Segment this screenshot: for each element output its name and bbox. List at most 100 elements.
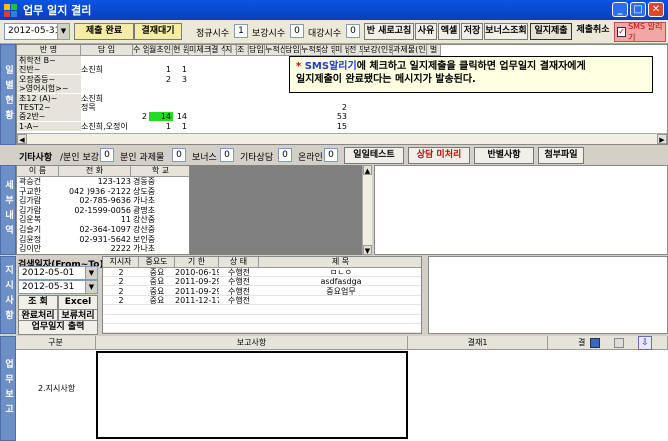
copy-icon[interactable] — [614, 338, 624, 348]
class-name-cell[interactable]: 취학전 B~ — [17, 56, 81, 65]
sms-notify-checkbox[interactable]: ✓ SMS 알리기 — [614, 22, 666, 42]
extra-hours-field[interactable]: 0 — [290, 24, 304, 38]
class-cell[interactable]: 1 — [149, 122, 173, 131]
class-cell[interactable]: 2 — [335, 103, 349, 112]
window-icon[interactable] — [590, 338, 600, 348]
online-field[interactable]: 0 — [324, 148, 338, 162]
homework-field[interactable]: 0 — [172, 148, 186, 162]
class-name-cell[interactable]: 진반~ — [17, 65, 81, 75]
bonus-field[interactable]: 0 — [220, 148, 234, 162]
attachment-button[interactable]: 첨부파일 — [538, 147, 584, 164]
chevron-down-icon[interactable]: ▼ — [85, 267, 97, 279]
query-button[interactable]: 조 회 — [18, 295, 58, 310]
student-cell[interactable]: 042 )936 -2122 — [59, 187, 131, 196]
daily-test-button[interactable]: 일일테스트 — [344, 147, 404, 164]
class-name-cell[interactable]: 조12 (A)~ — [17, 93, 81, 103]
student-cell[interactable]: 2222 — [59, 244, 131, 253]
student-cell[interactable]: 보인중 — [131, 235, 189, 244]
date-select[interactable]: 2012-05-31 ▼ — [4, 23, 70, 40]
instruction-cell[interactable]: 중요 — [139, 277, 175, 286]
instruction-grid[interactable]: 지시자 중요도 기 한상 태제 목 2 중요 2010-06-19 수행전 ㅁㄴㅇ 2 중요 20… — [102, 256, 422, 334]
counsel-pending-button[interactable]: 상담 미처리 — [408, 147, 470, 164]
student-grid[interactable]: 이 름전 화학 교 곽승건 123-123 경동중 구교한 042 )936 -2122… — [16, 165, 190, 255]
instruction-cell[interactable]: 2 — [103, 277, 139, 286]
maximize-icon[interactable]: □ — [630, 2, 646, 17]
class-cell[interactable]: 14 — [149, 112, 173, 122]
minimize-icon[interactable]: _ — [612, 2, 628, 17]
student-cell[interactable]: 김운복 — [17, 215, 59, 224]
instruction-cell[interactable]: 2011-12-17 — [175, 296, 219, 305]
excel-export-button[interactable]: Excel — [58, 295, 98, 310]
instruction-cell[interactable]: 2011-09-29 — [175, 277, 219, 286]
instruction-cell[interactable]: asdfasdga — [259, 277, 421, 286]
student-cell[interactable]: 김슬기 — [17, 225, 59, 234]
student-cell[interactable]: 강산중 — [131, 215, 189, 224]
instruction-detail-box[interactable] — [428, 256, 668, 334]
class-cell[interactable]: 14 — [173, 112, 189, 121]
student-scrollbar[interactable]: ▲ ▼ — [362, 165, 372, 255]
chevron-down-icon[interactable]: ▼ — [85, 281, 97, 293]
student-cell[interactable]: 가나초 — [131, 244, 189, 253]
report-input[interactable] — [96, 351, 408, 439]
status-done-button[interactable]: 제출 완료 — [74, 23, 134, 40]
class-cell[interactable]: 2 — [133, 112, 149, 121]
student-cell[interactable]: 123-123 — [59, 177, 131, 186]
instruction-cell[interactable]: 중요 — [139, 287, 175, 296]
close-icon[interactable]: ✕ — [648, 2, 664, 17]
student-cell[interactable]: 구교한 — [17, 187, 59, 196]
instruction-cell[interactable]: 2 — [103, 287, 139, 296]
student-cell[interactable]: 강산중 — [131, 225, 189, 234]
instruction-cell[interactable]: 중요 — [139, 268, 175, 277]
status-wait-button[interactable]: 결재대기 — [134, 23, 182, 40]
class-cell[interactable]: 2 — [149, 75, 173, 84]
student-cell[interactable]: 김윤정 — [17, 235, 59, 244]
class-cell[interactable]: 1 — [173, 65, 189, 74]
class-name-cell[interactable]: TEST2~ — [17, 103, 81, 112]
scroll-left-icon[interactable]: ◀ — [17, 134, 27, 144]
print-journal-button[interactable]: 업무일지 출력 — [18, 320, 98, 335]
instruction-cell[interactable]: 2 — [103, 296, 139, 305]
instruction-cell[interactable]: ㅁㄴㅇ — [259, 268, 421, 277]
table-row[interactable] — [103, 315, 421, 324]
journal-submit-button[interactable]: 일지제출 — [530, 23, 572, 40]
cancel-submit-button[interactable]: 제출취소 — [574, 23, 612, 40]
instruction-cell[interactable]: 수행전 — [219, 268, 259, 277]
class-cell[interactable]: 소진희,오정이 — [81, 122, 133, 131]
scroll-up-icon[interactable]: ▲ — [363, 165, 372, 175]
student-cell[interactable]: 02-364-1097 — [59, 225, 131, 234]
supplement-field[interactable]: 0 — [100, 148, 114, 162]
refresh-button[interactable]: 반 새로고침 — [364, 23, 414, 40]
class-name-cell[interactable]: 중2반~ — [17, 112, 81, 122]
student-cell[interactable]: 02-931-5642 — [59, 235, 131, 244]
class-name-cell[interactable]: 오장중등~ — [17, 74, 81, 84]
chevron-down-icon[interactable]: ▼ — [57, 24, 69, 39]
class-cell[interactable]: 소진희 — [81, 65, 133, 74]
student-cell[interactable]: 김이만 — [17, 244, 59, 253]
student-cell[interactable]: 광명초 — [131, 206, 189, 215]
class-cell[interactable]: 53 — [335, 112, 349, 121]
download-icon[interactable]: ⇩ — [638, 336, 652, 350]
save-button[interactable]: 저장 — [461, 23, 483, 40]
scroll-right-icon[interactable]: ▶ — [657, 134, 667, 144]
class-cell[interactable]: 3 — [173, 75, 189, 84]
from-date-select[interactable]: 2012-05-01 ▼ — [18, 266, 98, 280]
student-cell[interactable]: 곽승건 — [17, 177, 59, 186]
memo-box[interactable] — [374, 165, 668, 255]
excel-button[interactable]: 엑셀 — [438, 23, 460, 40]
class-cell[interactable]: 소진희 — [81, 94, 133, 103]
student-cell[interactable]: 02-1599-0056 — [59, 206, 131, 215]
table-row[interactable] — [103, 324, 421, 333]
instruction-cell[interactable]: 중요 — [139, 296, 175, 305]
report-grid[interactable]: 구분 보고사항 결재1 결 2.지시사항 ⇩ — [16, 336, 668, 441]
instruction-cell[interactable]: 2011-09-29 — [175, 287, 219, 296]
student-cell[interactable]: 상도중 — [131, 187, 189, 196]
class-name-cell[interactable]: >영어시험>~ — [17, 84, 81, 94]
student-cell[interactable]: 02-785-9636 — [59, 196, 131, 205]
class-cell[interactable]: 1 — [149, 65, 173, 74]
substitute-hours-field[interactable]: 0 — [346, 24, 360, 38]
class-grid-scrollbar[interactable]: ◀ ▶ — [17, 133, 667, 144]
scroll-down-icon[interactable]: ▼ — [363, 245, 372, 255]
student-cell[interactable]: 김가람 — [17, 196, 59, 205]
regular-hours-field[interactable]: 1 — [234, 24, 248, 38]
class-cell[interactable]: 15 — [335, 122, 349, 131]
